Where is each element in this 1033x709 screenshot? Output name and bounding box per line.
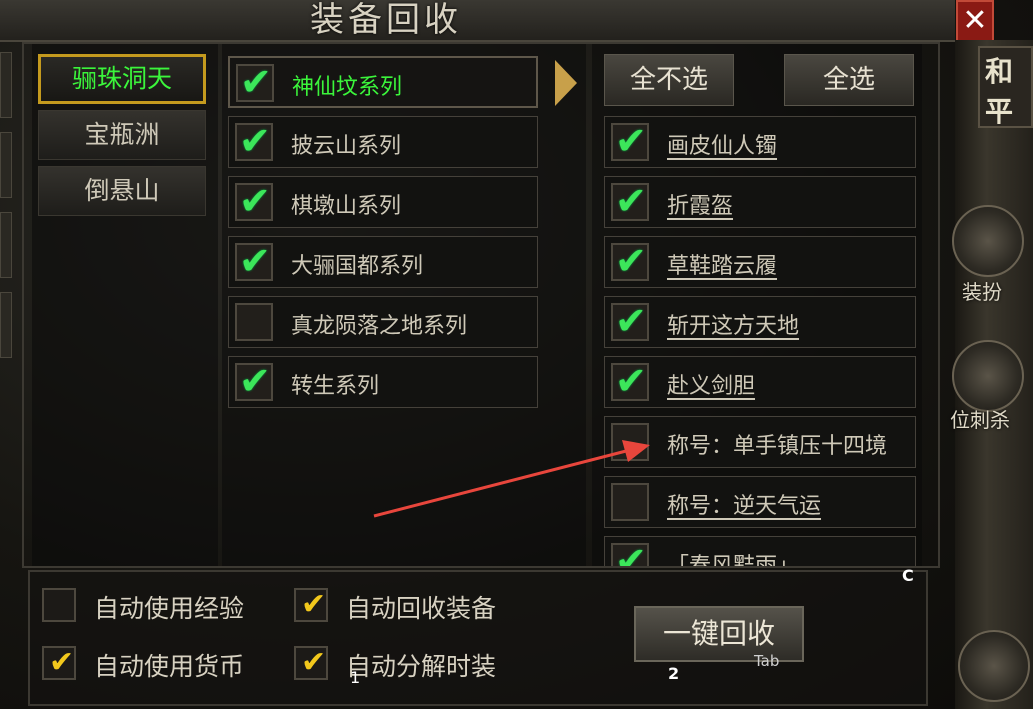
hotkey-hint: C (902, 566, 914, 585)
side-tab[interactable] (0, 132, 12, 198)
option-label: 自动使用经验 (94, 594, 245, 623)
check-icon: ✔ (615, 239, 647, 283)
hud-tag-char: 平 (985, 95, 1014, 128)
check-icon: ✔ (240, 60, 272, 104)
hotkey-hint: Tab (754, 652, 780, 670)
item-checkbox[interactable]: ✔ (611, 359, 649, 403)
item-checkbox[interactable]: ✔ (611, 119, 649, 163)
series-label: 转生系列 (291, 374, 380, 399)
check-icon: ✔ (615, 539, 647, 566)
skill-slot-icon[interactable] (958, 630, 1030, 702)
item-row[interactable]: ✔ 草鞋踏云履 (604, 236, 916, 288)
item-checkbox[interactable]: ✔ (611, 239, 649, 283)
window-title: 装备回收 (310, 0, 462, 40)
series-label: 披云山系列 (291, 134, 402, 159)
check-icon: ✔ (615, 179, 647, 223)
item-row[interactable]: 称号：单手镇压十四境 (604, 416, 916, 468)
series-checkbox[interactable]: ✔ (235, 359, 273, 403)
series-label: 真龙陨落之地系列 (291, 314, 468, 339)
skill-slot-label: 装扮 (962, 280, 1002, 304)
series-label: 棋墩山系列 (291, 194, 402, 219)
series-label: 大骊国都系列 (291, 254, 424, 279)
option-checkbox[interactable] (42, 588, 76, 622)
expand-arrow-icon (555, 60, 577, 106)
item-row[interactable]: ✔ 画皮仙人镯 (604, 116, 916, 168)
option-checkbox[interactable]: ✔ (294, 645, 328, 680)
item-label: 草鞋踏云履 (667, 254, 778, 279)
region-tab-daoxuan[interactable]: 倒悬山 (38, 166, 206, 216)
check-icon: ✔ (301, 645, 327, 680)
item-row[interactable]: ✔ 斩开这方天地 (604, 296, 916, 348)
check-icon: ✔ (239, 359, 271, 403)
option-checkbox[interactable]: ✔ (42, 645, 76, 680)
check-icon: ✔ (49, 645, 75, 680)
option-checkbox[interactable]: ✔ (294, 587, 328, 622)
item-row[interactable]: ✔ 「春风黠雨」 (604, 536, 916, 566)
series-row[interactable]: 真龙陨落之地系列 (228, 296, 538, 348)
check-icon: ✔ (301, 587, 327, 622)
skill-slot-icon[interactable] (952, 205, 1024, 277)
select-all-button[interactable]: 全选 (784, 54, 914, 106)
item-label: 「春风黠雨」 (667, 548, 799, 566)
series-checkbox[interactable] (235, 303, 273, 341)
item-label: 称号：逆天气运 (667, 494, 822, 519)
deselect-all-button[interactable]: 全不选 (604, 54, 734, 106)
hud-tag-char: 和 (985, 55, 1014, 88)
skill-slot-label: 位刺杀 (950, 408, 1010, 432)
series-row[interactable]: ✔ 转生系列 (228, 356, 538, 408)
check-icon: ✔ (615, 359, 647, 403)
series-label: 神仙坟系列 (292, 75, 403, 100)
item-label: 赴义剑胆 (667, 374, 756, 399)
check-icon: ✔ (615, 299, 647, 343)
item-checkbox[interactable] (611, 483, 649, 521)
check-icon: ✔ (239, 179, 271, 223)
series-checkbox[interactable]: ✔ (235, 179, 273, 223)
option-label: 自动使用货币 (94, 652, 245, 681)
item-label: 折霞盔 (667, 194, 734, 219)
item-checkbox[interactable] (611, 423, 649, 461)
region-tab-baoping[interactable]: 宝瓶洲 (38, 110, 206, 160)
title-bar: 装备回收 (0, 0, 955, 42)
check-icon: ✔ (615, 119, 647, 163)
hotkey-hint: 2 (668, 664, 680, 683)
item-row[interactable]: ✔ 折霞盔 (604, 176, 916, 228)
close-button[interactable]: ✕ (956, 0, 994, 44)
series-row[interactable]: ✔ 大骊国都系列 (228, 236, 538, 288)
item-row[interactable]: 称号：逆天气运 (604, 476, 916, 528)
series-row[interactable]: ✔ 棋墩山系列 (228, 176, 538, 228)
skill-slot-icon[interactable] (952, 340, 1024, 412)
item-label: 斩开这方天地 (667, 314, 800, 339)
hotkey-hint: 1 (350, 668, 361, 687)
series-row[interactable]: ✔ 披云山系列 (228, 116, 538, 168)
series-row[interactable]: ✔ 神仙坟系列 (228, 56, 538, 108)
option-label: 自动分解时装 (346, 652, 497, 681)
check-icon: ✔ (239, 119, 271, 163)
region-tab-lizhu[interactable]: 骊珠洞天 (38, 54, 206, 104)
item-label: 称号：单手镇压十四境 (667, 434, 888, 459)
check-icon: ✔ (239, 239, 271, 283)
series-checkbox[interactable]: ✔ (235, 239, 273, 283)
option-label: 自动回收装备 (346, 594, 497, 623)
series-checkbox[interactable]: ✔ (236, 60, 274, 104)
side-tab[interactable] (0, 52, 12, 118)
series-checkbox[interactable]: ✔ (235, 119, 273, 163)
side-tab[interactable] (0, 292, 12, 358)
item-label: 画皮仙人镯 (667, 134, 778, 159)
item-checkbox[interactable]: ✔ (611, 179, 649, 223)
item-checkbox[interactable]: ✔ (611, 299, 649, 343)
item-checkbox[interactable]: ✔ (611, 539, 649, 566)
side-tab[interactable] (0, 212, 12, 278)
item-row[interactable]: ✔ 赴义剑胆 (604, 356, 916, 408)
